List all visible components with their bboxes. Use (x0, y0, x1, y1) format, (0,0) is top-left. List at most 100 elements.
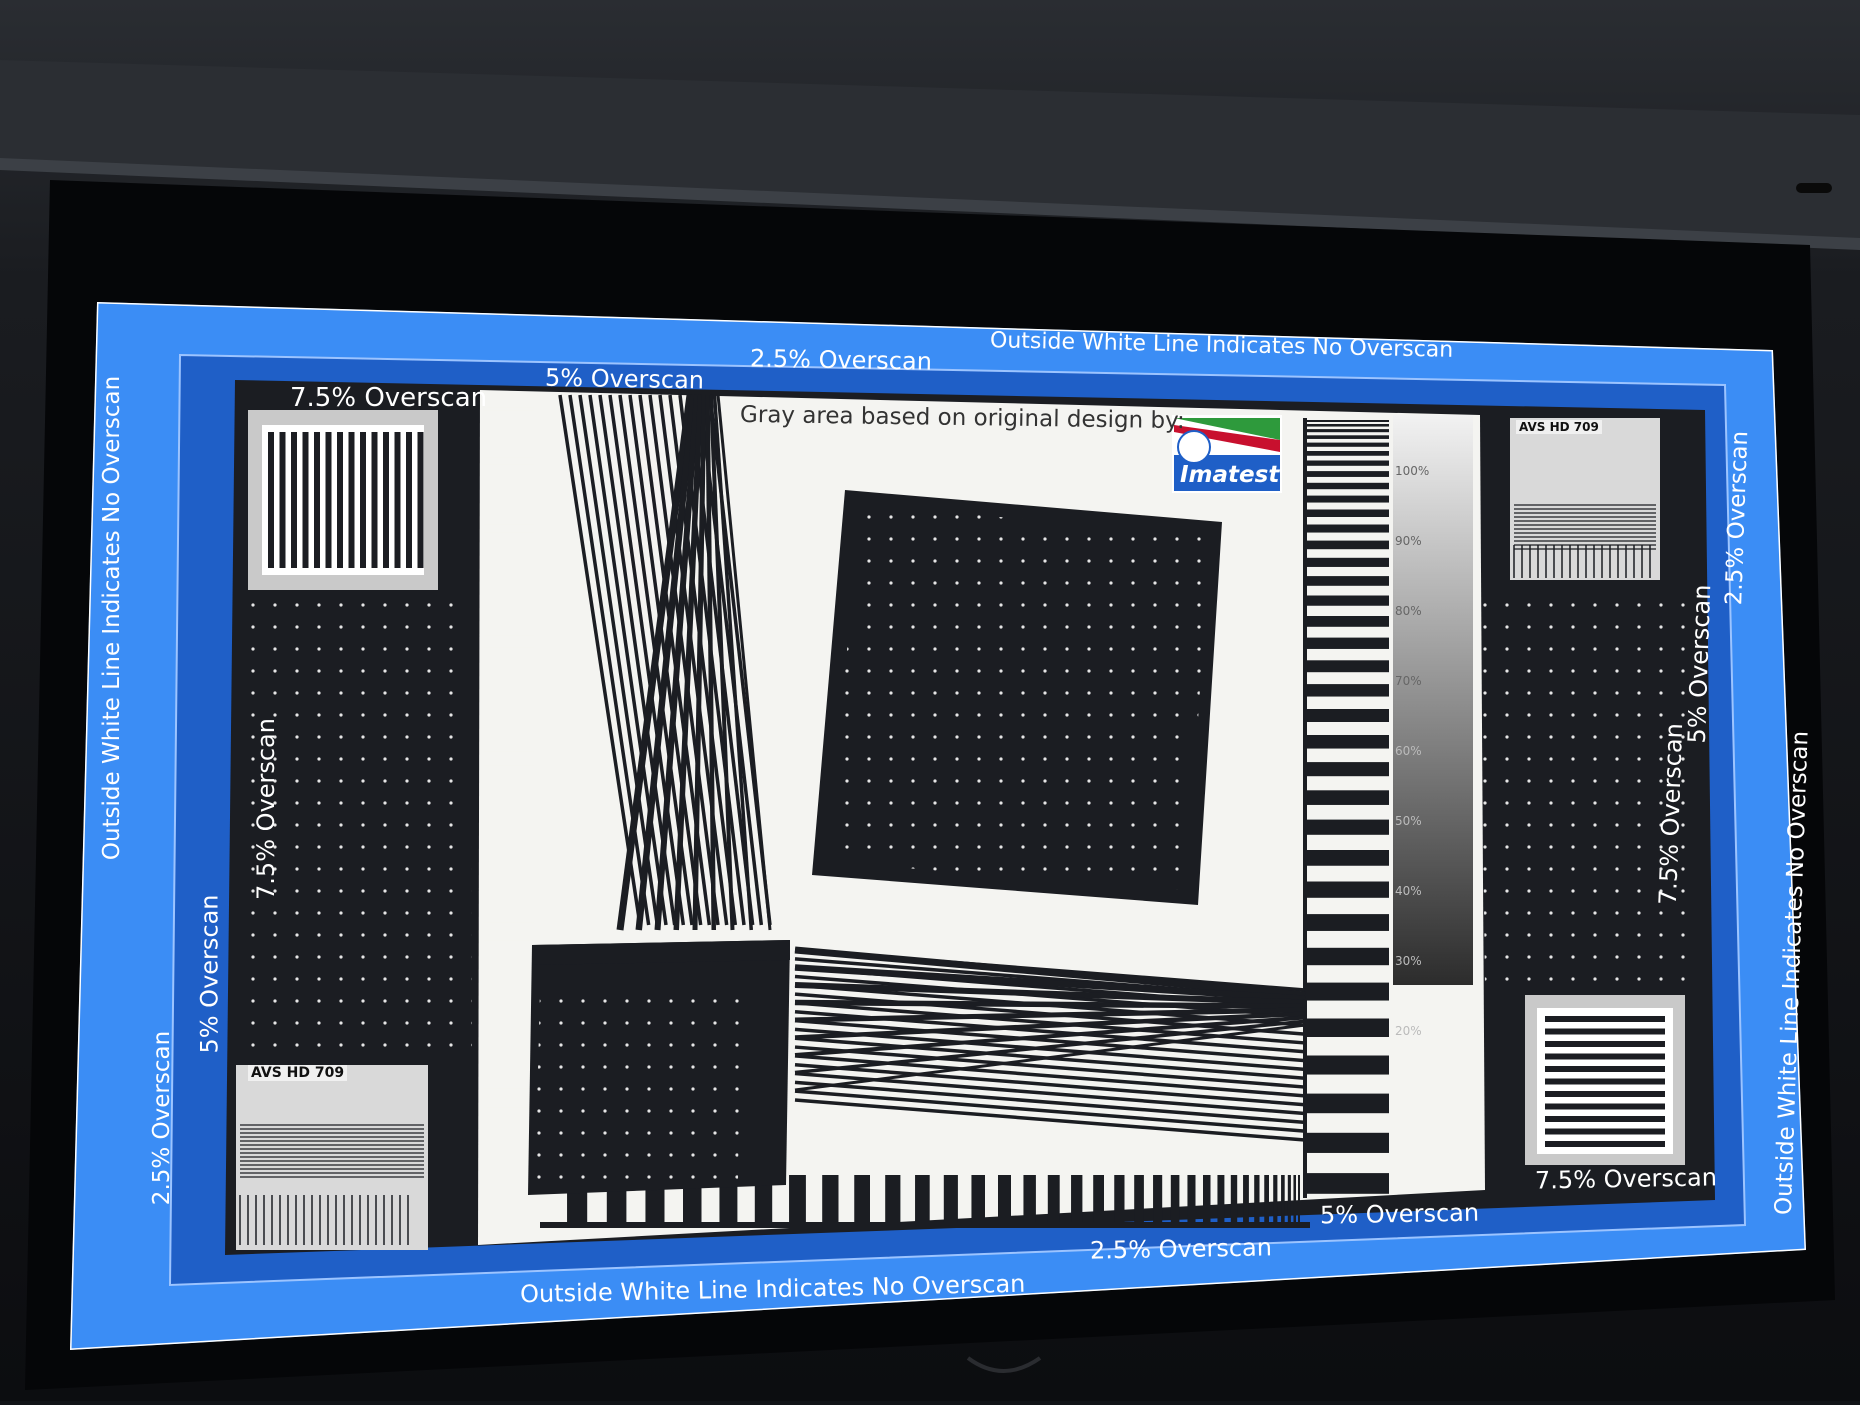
stripe (484, 765, 534, 780)
stripe (484, 1148, 534, 1169)
stripe (1545, 1078, 1665, 1085)
badge-text-top-right: AVS HD 709 (1516, 420, 1602, 434)
overscan-7-5-bottom-right: 7.5% Overscan (1534, 1163, 1718, 1195)
stripe (1545, 1028, 1665, 1035)
stripe (406, 432, 412, 568)
stripe (1071, 1175, 1083, 1223)
stripe (371, 432, 378, 568)
stripe (484, 957, 534, 976)
gray-step-label: 30% (1395, 954, 1422, 968)
stripe (1545, 1116, 1665, 1122)
stripe (1307, 762, 1389, 777)
stripe (1307, 637, 1389, 649)
stripe (1545, 1141, 1665, 1147)
badge-text-bottom-left: AVS HD 709 (248, 1065, 348, 1081)
gray-step-label: 70% (1395, 674, 1422, 688)
stripe (1545, 1016, 1665, 1022)
stripe (394, 432, 401, 568)
stripe (1545, 1091, 1665, 1097)
stripe (1307, 947, 1389, 966)
stripe (484, 417, 534, 422)
stripe (1217, 1175, 1225, 1223)
gray-scale-bar (1393, 415, 1473, 985)
stripe (484, 470, 534, 478)
stripe (1230, 1175, 1238, 1223)
stripe (1254, 1175, 1260, 1223)
stripe (540, 1222, 1310, 1228)
stripe (484, 532, 534, 542)
overscan-7-5-left: 7.5% Overscan (251, 718, 280, 900)
stripe (484, 426, 534, 431)
stripe (484, 410, 534, 414)
stripe (1545, 1053, 1665, 1060)
stripe (1134, 1175, 1144, 1223)
stripe (1307, 442, 1389, 447)
stripe (1307, 524, 1389, 533)
stripe (484, 794, 534, 810)
stripe (1307, 576, 1389, 586)
stripe (885, 1175, 901, 1223)
stripe (484, 399, 534, 402)
stripe (943, 1175, 958, 1223)
stripe (1307, 451, 1389, 456)
stripe (1093, 1175, 1104, 1223)
overscan-2-5-left: 2.5% Overscan (149, 1030, 176, 1206)
gray-step-label: 100% (1395, 464, 1429, 478)
stripe (1293, 1175, 1296, 1223)
stripe (417, 432, 424, 568)
stripe (484, 737, 534, 752)
stripe (484, 659, 534, 672)
stripe (971, 1175, 985, 1223)
stripe (268, 432, 274, 568)
stripe (1307, 429, 1389, 433)
no-overscan-label-left: Outside White Line Indicates No Overscan (99, 375, 126, 861)
stripe (1545, 1066, 1665, 1072)
bottom-left-inner-square-dots (535, 990, 740, 1188)
stripe (1307, 881, 1389, 898)
overscan-7-5-top-left: 7.5% Overscan (290, 383, 488, 413)
gray-step-label: 90% (1395, 534, 1422, 548)
stripe (1545, 1128, 1665, 1135)
stripe (484, 395, 534, 397)
stripe (1264, 1175, 1269, 1223)
stripe (484, 484, 534, 492)
stripe (484, 551, 534, 561)
stripe (1307, 424, 1389, 427)
gray-step-label: 60% (1395, 744, 1422, 758)
stripe (1307, 735, 1389, 749)
stripe (484, 710, 534, 724)
stripe (1287, 1175, 1291, 1223)
stripe (484, 515, 534, 525)
stripe (1307, 982, 1389, 1001)
stripe (1307, 709, 1389, 722)
gray-step-label: 50% (1395, 814, 1422, 828)
casing-led (1796, 183, 1832, 193)
stripe (1545, 1103, 1665, 1110)
stripe (1281, 1175, 1285, 1223)
stripe (484, 591, 534, 602)
stripe (1243, 1175, 1249, 1223)
stripe (1307, 540, 1389, 550)
stripe (998, 1175, 1011, 1223)
stripe (1307, 595, 1389, 606)
stripe (314, 432, 320, 568)
overscan-5-top: 5% Overscan (544, 363, 705, 395)
stripe (1273, 1175, 1278, 1223)
stripe (360, 432, 366, 568)
overscan-5-bottom: 5% Overscan (1319, 1198, 1480, 1230)
stripe (1307, 819, 1389, 835)
stripe (1307, 914, 1389, 931)
stripe (1307, 1018, 1389, 1037)
stripe (1307, 557, 1389, 567)
stripe (1307, 1173, 1389, 1194)
overscan-2-5-top: 2.5% Overscan (749, 344, 933, 376)
stripe (915, 1175, 930, 1223)
stripe (279, 432, 286, 568)
gray-step-label: 20% (1395, 1024, 1422, 1038)
stripe (1114, 1175, 1125, 1223)
gray-step-label: 80% (1395, 604, 1422, 618)
stripe (484, 1068, 534, 1089)
stripe (1307, 460, 1389, 466)
stripe (1170, 1175, 1180, 1223)
stripe (484, 404, 534, 408)
